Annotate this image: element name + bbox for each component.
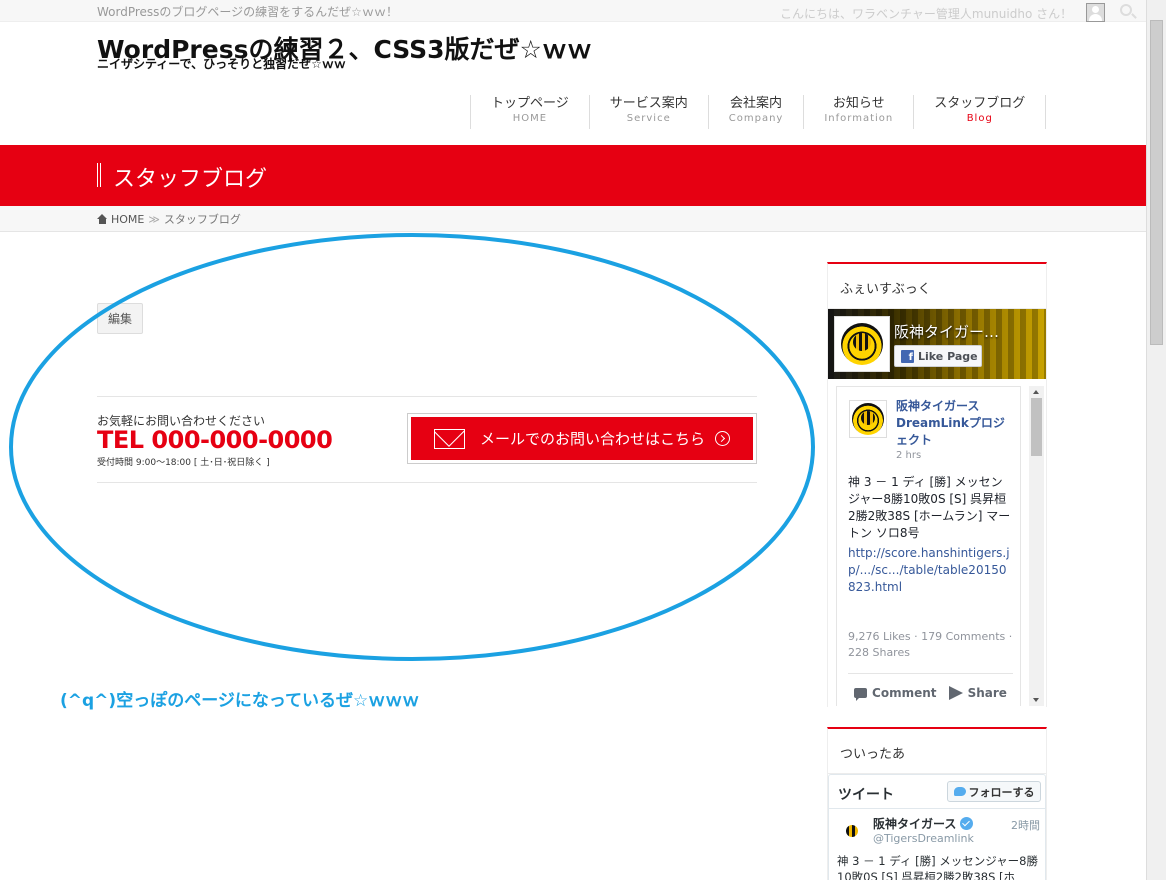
facebook-post: 阪神タイガース DreamLinkプロジェクト 2 hrs 神 3 － 1 ディ… <box>836 386 1021 706</box>
breadcrumb: HOME ≫ スタッフブログ <box>0 206 1146 232</box>
facebook-post-actions: Comment Share <box>848 673 1013 701</box>
site-description: ニイザシティーで、ひっそりと独習だぜ☆ｗｗ <box>97 57 346 71</box>
nav-sublabel: Blog <box>966 113 993 124</box>
tigers-logo-icon <box>852 403 884 435</box>
facebook-widget-scrollbar[interactable] <box>1029 386 1044 706</box>
global-nav: トップページ HOME サービス案内 Service 会社案内 Company … <box>470 95 1047 129</box>
facebook-post-stats[interactable]: 9,276 Likes · 179 Comments · 228 Shares <box>848 629 1013 661</box>
nav-sublabel: HOME <box>512 113 548 124</box>
twitter-bird-icon <box>953 787 966 796</box>
browser-scrollbar[interactable] <box>1146 0 1166 880</box>
twitter-tweet-text: 神 3 － 1 ディ [勝] メッセンジャー8勝10敗0S [S] 呉昇桓2勝2… <box>837 854 1038 880</box>
comment-icon <box>854 688 868 701</box>
facebook-widget: ふぇいすぶっく 阪神タイガー… f Like Page 阪神タイガース Drea… <box>827 262 1047 707</box>
scroll-up-icon[interactable] <box>1033 390 1039 394</box>
facebook-post-text: 神 3 － 1 ディ [勝] メッセンジャー8勝10敗0S [S] 呉昇桓2勝2… <box>848 475 1011 540</box>
mail-contact-label: メールでのお問い合わせはこちら <box>479 430 705 448</box>
tigers-logo-icon <box>841 323 883 365</box>
twitter-follow-label: フォローする <box>968 785 1035 799</box>
facebook-like-button[interactable]: f Like Page <box>894 345 982 367</box>
mail-contact-button-inner[interactable]: メールでのお問い合わせはこちら <box>411 417 753 460</box>
chevron-right-circle-icon <box>715 431 730 446</box>
facebook-share-button[interactable]: Share <box>948 686 1007 700</box>
nav-label: お知らせ <box>832 96 885 111</box>
search-icon[interactable] <box>1120 4 1132 16</box>
breadcrumb-inner: HOME ≫ スタッフブログ <box>97 211 241 227</box>
facebook-widget-title: ふぇいすぶっく <box>828 264 1046 309</box>
twitter-account-name[interactable]: 阪神タイガース <box>873 815 974 832</box>
share-icon <box>948 686 963 700</box>
page: WordPressのブログページの練習をするんだぜ☆ｗｗ！ こんにちは、ワラベン… <box>0 0 1166 880</box>
twitter-time[interactable]: 2時間 <box>1011 817 1040 833</box>
breadcrumb-current: スタッフブログ <box>163 213 241 226</box>
twitter-widget-title: ついったあ <box>828 729 1046 774</box>
share-label: Share <box>967 686 1007 700</box>
breadcrumb-home-link[interactable]: HOME <box>111 213 144 226</box>
page-title: スタッフブログ <box>113 167 268 192</box>
user-greeting[interactable]: こんにちは、ワラベンチャー管理人munuidho さん！ <box>780 5 1072 22</box>
annotation-text: (^q^)空っぽのページになっているぜ☆ｗｗｗ <box>60 691 420 711</box>
comment-label: Comment <box>872 686 937 700</box>
contact-box: お気軽にお問い合わせください TEL 000-000-0000 受付時間 9:0… <box>97 396 757 483</box>
facebook-cover[interactable]: 阪神タイガー… f Like Page <box>828 309 1046 379</box>
nav-sublabel: Service <box>626 113 671 124</box>
nav-item-home[interactable]: トップページ HOME <box>470 95 589 129</box>
twitter-name-text: 阪神タイガース <box>873 817 957 831</box>
mail-icon <box>433 428 465 449</box>
page-header: スタッフブログ <box>0 145 1146 206</box>
twitter-timeline: ツイート フォローする 阪神タイガース @TigersDreamlink 2時間… <box>828 774 1046 880</box>
nav-sublabel: Company <box>728 113 784 124</box>
nav-label: スタッフブログ <box>934 96 1026 111</box>
nav-item-service[interactable]: サービス案内 Service <box>588 95 708 129</box>
twitter-follow-button[interactable]: フォローする <box>947 781 1041 802</box>
nav-label: サービス案内 <box>609 96 688 111</box>
facebook-post-time[interactable]: 2 hrs <box>896 450 921 461</box>
twitter-handle[interactable]: @TigersDreamlink <box>873 832 974 845</box>
facebook-comment-button[interactable]: Comment <box>854 686 937 701</box>
twitter-timeline-header: ツイート <box>838 787 894 803</box>
twitter-divider <box>829 808 1045 809</box>
facebook-post-link[interactable]: http://score.hanshintigers.jp/.../sc.../… <box>848 545 1013 596</box>
edit-button[interactable]: 編集 <box>97 303 143 334</box>
verified-icon <box>960 817 974 830</box>
facebook-post-author[interactable]: 阪神タイガース DreamLinkプロジェクト <box>896 398 1014 449</box>
scroll-down-icon[interactable] <box>1033 698 1039 702</box>
scroll-thumb[interactable] <box>1031 398 1042 456</box>
nav-item-blog[interactable]: スタッフブログ Blog <box>913 95 1045 129</box>
home-icon <box>97 214 108 224</box>
browser-scroll-thumb[interactable] <box>1150 20 1163 345</box>
nav-label: トップページ <box>491 96 569 111</box>
nav-item-information[interactable]: お知らせ Information <box>803 95 913 129</box>
nav-label: 会社案内 <box>730 96 783 111</box>
nav-item-company[interactable]: 会社案内 Company <box>707 95 804 129</box>
admin-top-strip: WordPressのブログページの練習をするんだぜ☆ｗｗ！ こんにちは、ワラベン… <box>0 0 1146 22</box>
facebook-post-avatar[interactable] <box>849 400 887 438</box>
facebook-like-label: Like Page <box>918 349 978 363</box>
twitter-widget: ついったあ ツイート フォローする 阪神タイガース @TigersDreamli… <box>827 727 1047 880</box>
breadcrumb-separator: ≫ <box>148 212 160 226</box>
mail-contact-button[interactable]: メールでのお問い合わせはこちら <box>407 413 757 464</box>
nav-sublabel: Information <box>824 113 894 124</box>
contact-hours: 受付時間 9:00～18:00 [ 土･日･祝日除く ] <box>97 458 270 468</box>
site-tagline: WordPressのブログページの練習をするんだぜ☆ｗｗ！ <box>97 5 398 19</box>
header-bar-decoration <box>97 163 101 187</box>
facebook-page-logo[interactable] <box>834 316 890 372</box>
facebook-page-name[interactable]: 阪神タイガー… <box>894 321 999 342</box>
user-avatar-icon[interactable] <box>1086 3 1105 22</box>
contact-tel: TEL 000-000-0000 <box>97 426 333 454</box>
twitter-avatar[interactable] <box>839 819 865 845</box>
facebook-f-icon: f <box>901 349 914 363</box>
